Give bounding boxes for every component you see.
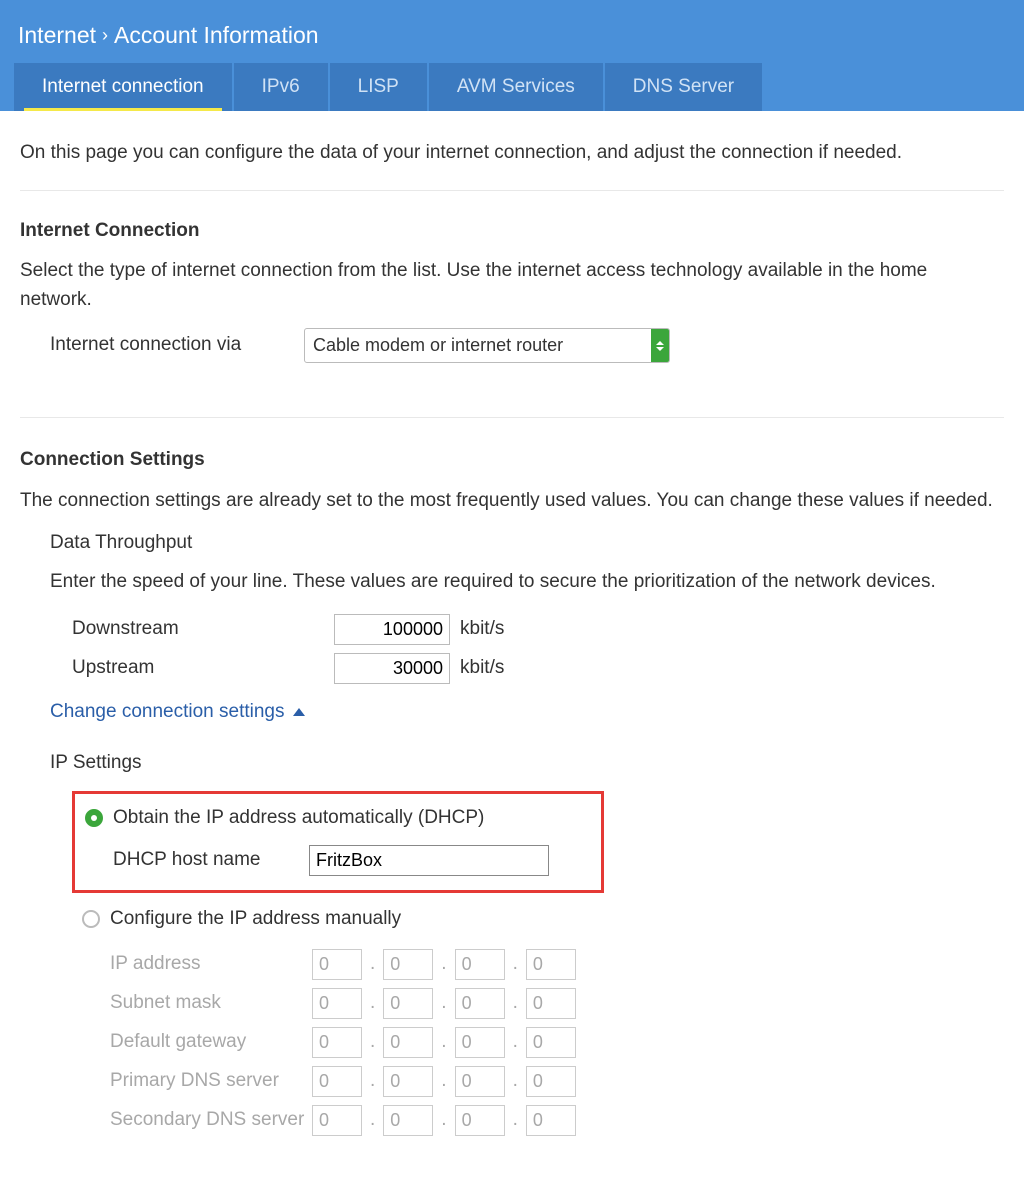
default-gateway-label: Default gateway xyxy=(110,1028,312,1057)
secondary-dns-octet-4[interactable] xyxy=(526,1105,576,1136)
throughput-desc: Enter the speed of your line. These valu… xyxy=(50,568,1004,597)
dhcp-radio[interactable] xyxy=(85,809,103,827)
secondary-dns-label: Secondary DNS server xyxy=(110,1106,312,1135)
subnet-mask-row: Subnet mask . . . xyxy=(110,988,1004,1019)
primary-dns-octet-4[interactable] xyxy=(526,1066,576,1097)
subnet-mask-octet-3[interactable] xyxy=(455,988,505,1019)
tab-avm-services[interactable]: AVM Services xyxy=(429,63,603,112)
internet-via-value: Cable modem or internet router xyxy=(304,328,670,363)
tab-dns-server[interactable]: DNS Server xyxy=(605,63,762,112)
tab-internet-connection[interactable]: Internet connection xyxy=(14,63,232,112)
manual-radio-label: Configure the IP address manually xyxy=(110,905,401,934)
subnet-mask-octet-4[interactable] xyxy=(526,988,576,1019)
default-gateway-octet-2[interactable] xyxy=(383,1027,433,1058)
primary-dns-label: Primary DNS server xyxy=(110,1067,312,1096)
default-gateway-row: Default gateway . . . xyxy=(110,1027,1004,1058)
downstream-label: Downstream xyxy=(72,615,334,644)
connection-settings-desc: The connection settings are already set … xyxy=(20,487,1004,516)
secondary-dns-octet-3[interactable] xyxy=(455,1105,505,1136)
throughput-title: Data Throughput xyxy=(50,529,1004,558)
secondary-dns-octet-2[interactable] xyxy=(383,1105,433,1136)
tab-lisp[interactable]: LISP xyxy=(330,63,427,112)
ip-address-label: IP address xyxy=(110,950,312,979)
tab-ipv6[interactable]: IPv6 xyxy=(234,63,328,112)
breadcrumb: Internet › Account Information xyxy=(14,18,1010,53)
subnet-mask-label: Subnet mask xyxy=(110,989,312,1018)
tab-bar: Internet connection IPv6 LISP AVM Servic… xyxy=(14,63,1010,112)
change-connection-settings-toggle[interactable]: Change connection settings xyxy=(50,698,1004,727)
upstream-unit: kbit/s xyxy=(460,654,504,683)
change-connection-settings-label: Change connection settings xyxy=(50,698,285,727)
divider xyxy=(20,417,1004,418)
dhcp-highlight-box: Obtain the IP address automatically (DHC… xyxy=(72,791,604,893)
dhcp-host-label: DHCP host name xyxy=(113,846,309,875)
ip-settings-title: IP Settings xyxy=(50,749,1004,778)
intro-text: On this page you can configure the data … xyxy=(20,139,1004,191)
ip-address-octet-3[interactable] xyxy=(455,949,505,980)
downstream-unit: kbit/s xyxy=(460,615,504,644)
manual-radio[interactable] xyxy=(82,910,100,928)
content-area: On this page you can configure the data … xyxy=(0,111,1024,1184)
breadcrumb-page: Account Information xyxy=(114,18,319,53)
connection-settings-title: Connection Settings xyxy=(20,446,1004,475)
downstream-input[interactable] xyxy=(334,614,450,645)
breadcrumb-section[interactable]: Internet xyxy=(18,18,96,53)
default-gateway-octet-1[interactable] xyxy=(312,1027,362,1058)
ip-address-row: IP address . . . xyxy=(110,949,1004,980)
primary-dns-row: Primary DNS server . . . xyxy=(110,1066,1004,1097)
ip-address-octet-1[interactable] xyxy=(312,949,362,980)
breadcrumb-separator-icon: › xyxy=(102,22,108,49)
upstream-label: Upstream xyxy=(72,654,334,683)
subnet-mask-octet-1[interactable] xyxy=(312,988,362,1019)
internet-via-label: Internet connection via xyxy=(50,331,304,360)
internet-connection-desc: Select the type of internet connection f… xyxy=(20,257,1004,314)
primary-dns-octet-3[interactable] xyxy=(455,1066,505,1097)
secondary-dns-row: Secondary DNS server . . . xyxy=(110,1105,1004,1136)
secondary-dns-octet-1[interactable] xyxy=(312,1105,362,1136)
dhcp-radio-label: Obtain the IP address automatically (DHC… xyxy=(113,804,484,833)
subnet-mask-octet-2[interactable] xyxy=(383,988,433,1019)
triangle-up-icon xyxy=(293,708,305,716)
internet-via-select[interactable]: Cable modem or internet router xyxy=(304,328,670,363)
dhcp-host-input[interactable] xyxy=(309,845,549,876)
header: Internet › Account Information Internet … xyxy=(0,0,1024,111)
ip-address-octet-4[interactable] xyxy=(526,949,576,980)
default-gateway-octet-3[interactable] xyxy=(455,1027,505,1058)
primary-dns-octet-2[interactable] xyxy=(383,1066,433,1097)
upstream-input[interactable] xyxy=(334,653,450,684)
ip-address-octet-2[interactable] xyxy=(383,949,433,980)
internet-connection-title: Internet Connection xyxy=(20,217,1004,246)
default-gateway-octet-4[interactable] xyxy=(526,1027,576,1058)
primary-dns-octet-1[interactable] xyxy=(312,1066,362,1097)
